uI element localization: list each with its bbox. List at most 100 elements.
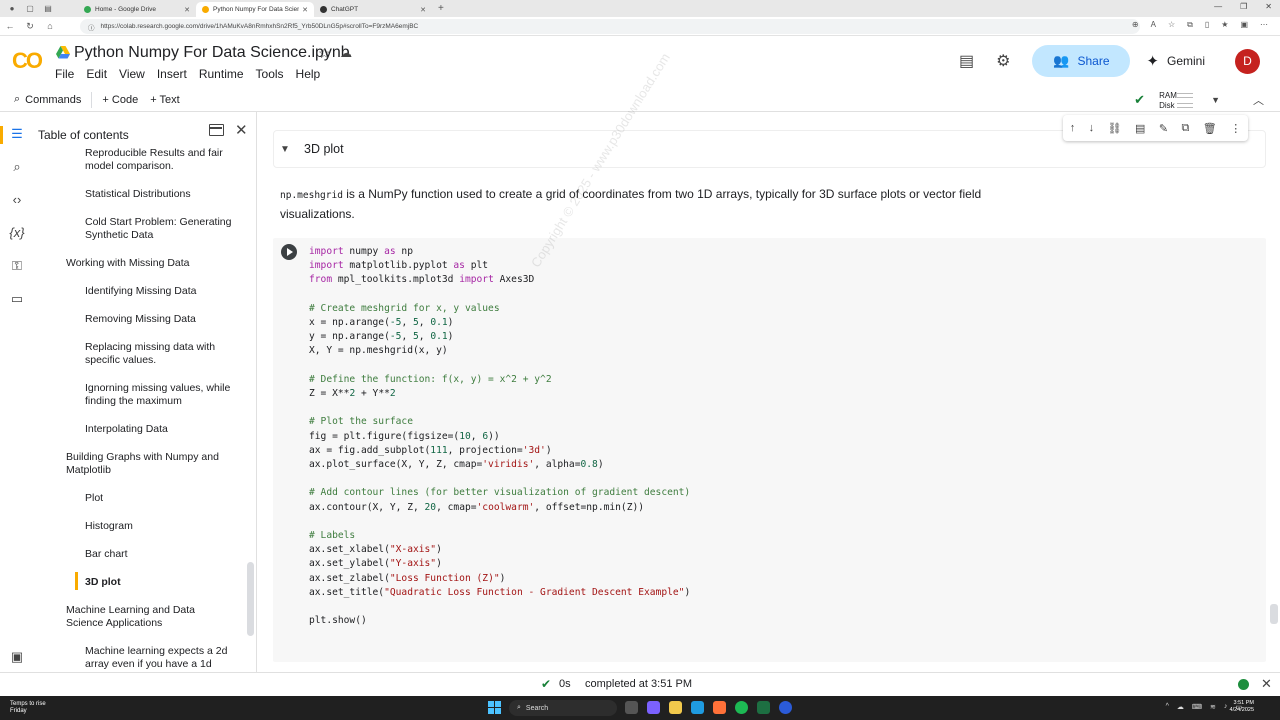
star-icon[interactable]: ☆ [318,45,331,62]
browser-tab-chatgpt[interactable]: ChatGPT ✕ [314,2,432,17]
menu-insert[interactable]: Insert [157,67,196,81]
firefox-icon[interactable] [713,701,726,714]
colab-logo[interactable]: CO [12,48,43,74]
home-icon[interactable]: ⌂ [40,21,60,31]
language-icon[interactable]: ⌨ [1192,703,1202,711]
back-icon[interactable]: ← [0,21,20,31]
share-button[interactable]: 👥 Share [1032,45,1131,77]
copilot-icon[interactable] [647,701,660,714]
task-view-icon[interactable] [625,701,638,714]
excel-icon[interactable] [757,701,770,714]
read-aloud-icon[interactable]: A [1151,20,1156,30]
toc-item[interactable]: Identifying Missing Data [85,285,245,298]
split-screen-icon[interactable]: ▯ [1205,20,1209,30]
file-explorer-icon[interactable] [669,701,682,714]
toc-item[interactable]: Statistical Distributions [85,188,245,201]
menu-edit[interactable]: Edit [86,67,116,81]
toc-item[interactable]: Plot [85,492,245,505]
close-tab-icon[interactable]: ✕ [184,6,190,14]
extensions-icon[interactable]: ⧉ [1187,20,1193,30]
profile-icon[interactable]: ● [6,3,18,15]
find-replace-icon[interactable]: ⌕ [8,158,26,176]
menu-tools[interactable]: Tools [256,67,293,81]
windows-start-icon[interactable] [488,701,501,714]
spotify-icon[interactable] [735,701,748,714]
toc-item[interactable]: Histogram [85,520,245,533]
settings-gear-icon[interactable]: ⚙ [996,51,1010,71]
secrets-key-icon[interactable]: ⚿ [8,257,26,275]
toc-item-selected[interactable]: 3D plot [85,576,245,589]
weather-widget[interactable]: Temps to rise Friday [10,701,46,715]
files-folder-icon[interactable]: ▭ [8,290,26,308]
add-text-button[interactable]: + Text [150,94,179,106]
browser-tab-drive[interactable]: Home - Google Drive ✕ [78,2,196,17]
toc-item[interactable]: Cold Start Problem: Generating Synthetic… [85,216,245,242]
terminal-icon[interactable]: ▣ [8,648,26,666]
code-snippets-icon[interactable]: ‹› [8,191,26,209]
execution-status-text[interactable]: completed at 3:51 PM [585,678,692,690]
code-cell[interactable]: import numpy as np import matplotlib.pyp… [273,238,1266,662]
toc-item[interactable]: Reproducible Results and fair model comp… [85,147,245,173]
browser-tab-colab[interactable]: Python Numpy For Data Science.ip ✕ [196,2,314,17]
toc-scrollbar[interactable] [247,562,254,636]
refresh-icon[interactable]: ↻ [20,21,40,32]
url-input[interactable]: ⓘ https://colab.research.google.com/driv… [80,19,1140,34]
toc-item[interactable]: Machine learning expects a 2d array even… [85,645,245,671]
toc-item[interactable]: Working with Missing Data [66,257,226,270]
move-down-icon[interactable]: ↓ [1089,122,1095,134]
gemini-button[interactable]: ✦ Gemini [1146,52,1205,70]
new-tab-button[interactable]: + [438,3,444,14]
toc-item[interactable]: Machine Learning and Data Science Applic… [66,604,226,630]
collapse-header-icon[interactable]: ︿ [1253,92,1264,108]
open-in-tab-icon[interactable] [209,124,224,136]
add-code-button[interactable]: + Code [102,94,138,106]
menu-help[interactable]: Help [296,67,330,81]
close-tab-icon[interactable]: ✕ [420,6,426,14]
link-icon[interactable]: ⛓ [1108,122,1122,135]
variables-icon[interactable]: {x} [8,224,26,242]
main-scrollbar[interactable] [1270,604,1278,624]
menu-view[interactable]: View [119,67,154,81]
toc-item[interactable]: Building Graphs with Numpy and Matplotli… [66,451,226,477]
close-icon[interactable]: ✕ [1261,676,1272,692]
table-of-contents-icon[interactable]: ☰ [8,125,26,143]
toc-item[interactable]: Bar chart [85,548,245,561]
comments-icon[interactable]: ▤ [959,51,974,71]
collections-icon[interactable]: ▣ [1240,20,1248,30]
close-tab-icon[interactable]: ✕ [302,6,308,14]
markdown-cell[interactable]: np.meshgrid is a NumPy function used to … [280,185,1010,224]
zoom-icon[interactable]: ⊕ [1132,20,1139,30]
edge-browser-icon[interactable] [691,701,704,714]
delete-icon[interactable]: 🗑 [1203,122,1217,135]
close-icon[interactable]: ✕ [235,121,248,139]
edit-pencil-icon[interactable]: ✎ [1159,122,1168,135]
drive-icon[interactable] [56,46,70,59]
commands-button[interactable]: ⌕ Commands [14,93,81,106]
avatar[interactable]: D [1235,48,1260,74]
close-window-icon[interactable]: ✕ [1265,2,1272,11]
menu-runtime[interactable]: Runtime [199,67,253,81]
browser-menu-icon[interactable]: ⋯ [1260,20,1268,30]
notebook-title[interactable]: Python Numpy For Data Science.ipynb [74,44,350,62]
run-cell-button[interactable] [281,244,297,260]
wifi-icon[interactable]: ≋ [1210,703,1216,711]
toc-item[interactable]: Ignorning missing values, while finding … [85,382,245,408]
chevron-up-icon[interactable]: ^ [1166,703,1169,711]
taskbar-clock[interactable]: 3:51 PM 4/24/2025 [1230,700,1254,714]
toc-item[interactable]: Interpolating Data [85,423,245,436]
toc-item[interactable]: Removing Missing Data [85,313,245,326]
toc-item[interactable]: Replacing missing data with specific val… [85,341,245,367]
comment-icon[interactable]: ▤ [1135,122,1145,135]
maximize-icon[interactable]: ❐ [1240,2,1247,11]
minimize-icon[interactable]: — [1214,2,1222,11]
workspaces-icon[interactable]: ▢ [24,3,36,15]
mirror-cell-icon[interactable]: ⧉ [1182,122,1190,135]
chevron-down-icon[interactable]: ▼ [1211,95,1220,105]
taskbar-search[interactable]: ⌕ Search [509,700,617,716]
more-icon[interactable]: ⋮ [1230,122,1241,135]
site-info-icon[interactable]: ⓘ [88,22,95,32]
cloud-icon[interactable]: ☁ [1177,703,1184,711]
runtime-resources[interactable]: ✔ RAM Disk ▼ [1134,88,1220,112]
favorites-bar-icon[interactable]: ★ [1221,20,1228,30]
tab-actions-icon[interactable]: ▤ [42,3,54,15]
